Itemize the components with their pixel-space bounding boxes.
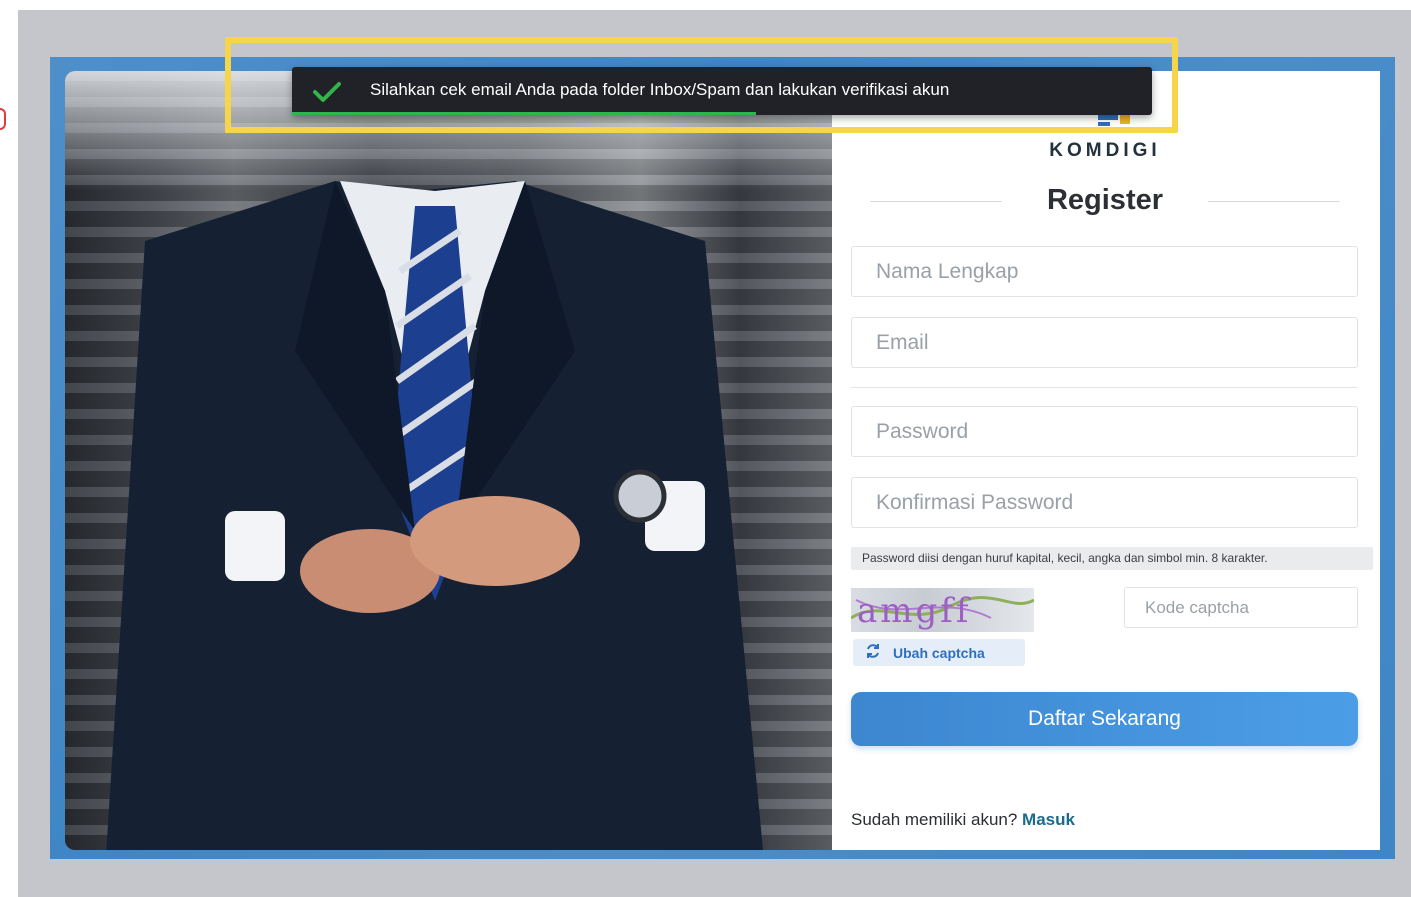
login-prompt: Sudah memiliki akun? [851,810,1018,829]
email-input[interactable] [851,317,1358,368]
refresh-captcha-label: Ubah captcha [893,644,985,661]
page: KOMDIGI Register Password diisi dengan h… [0,0,1411,897]
refresh-icon [865,643,883,662]
confirm-password-input[interactable] [851,477,1358,528]
captcha-image: amgff [851,588,1034,632]
password-hint: Password diisi dengan huruf kapital, kec… [851,547,1373,570]
captcha-input[interactable] [1124,587,1358,628]
hero-photo [65,71,832,850]
full-name-input[interactable] [851,246,1358,297]
refresh-captcha-button[interactable]: Ubah captcha [853,639,1025,666]
suit-figure-illustration [106,181,763,850]
title-row: Register [870,180,1340,222]
edge-mark [0,108,6,130]
form-divider [851,387,1358,388]
title-line-right [1208,201,1340,202]
annotation-highlight [225,37,1178,133]
password-input[interactable] [851,406,1358,457]
login-link[interactable]: Masuk [1022,810,1075,829]
captcha-text: amgff [857,591,971,631]
captcha-graphic: amgff [851,591,1034,631]
register-submit-button[interactable]: Daftar Sekarang [851,692,1358,746]
brand-name: KOMDIGI [1049,140,1161,161]
login-prompt-row: Sudah memiliki akun? Masuk [851,810,1075,830]
